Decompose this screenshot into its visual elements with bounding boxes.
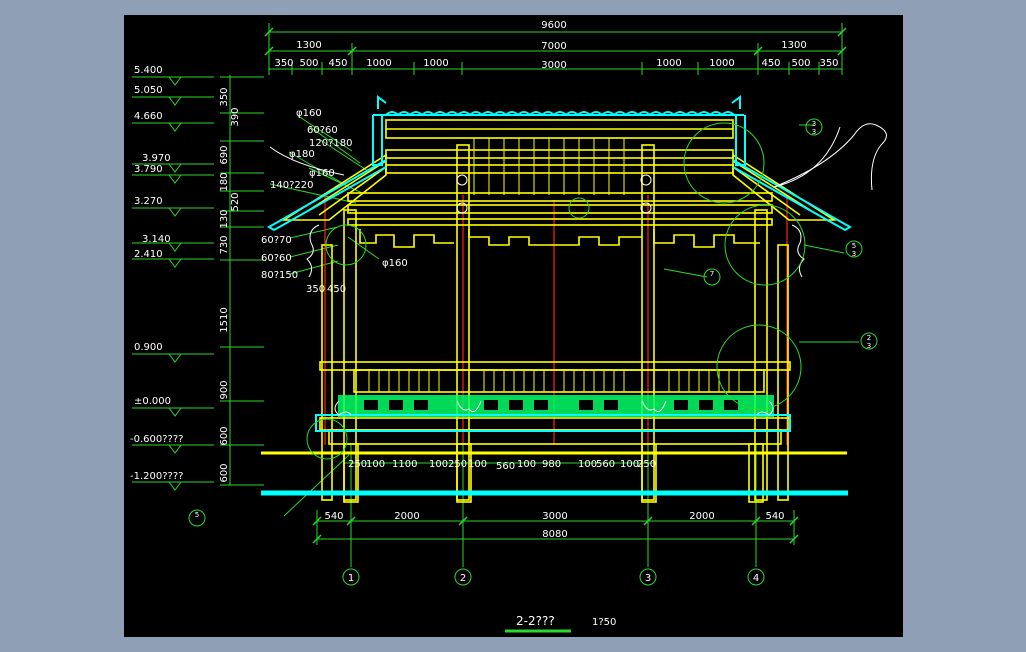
member-label-7: 60?70 bbox=[261, 235, 292, 246]
vdim-2: 390 bbox=[230, 107, 241, 126]
member-label-8: 60?60 bbox=[261, 253, 292, 264]
elevation-5: 3.790 bbox=[134, 164, 163, 175]
dim-row2-3: 450 bbox=[328, 58, 347, 69]
section-drawing: 9600 1300 7000 1300 350 500 450 1000 100… bbox=[130, 20, 887, 633]
found-dim-11: 560 bbox=[596, 459, 615, 470]
callout-4-sheet: 3 bbox=[867, 342, 871, 350]
vdim-6: 130 bbox=[219, 209, 230, 228]
callout-1-num: 3 bbox=[812, 120, 816, 128]
member-label-6: 140?220 bbox=[270, 180, 313, 191]
member-label-3: 120?180 bbox=[309, 138, 352, 149]
member-label-1: φ160 bbox=[296, 108, 322, 119]
dim-row2-6: 3000 bbox=[541, 60, 566, 71]
axis-label-2: 2 bbox=[460, 573, 466, 584]
dim-row2-11: 350 bbox=[819, 58, 838, 69]
callout-2-num: 5 bbox=[852, 242, 856, 250]
vdim-8: 1510 bbox=[219, 307, 230, 332]
vdim-9: 900 bbox=[219, 380, 230, 399]
found-dim-8: 100 bbox=[517, 459, 536, 470]
cad-viewport[interactable]: 9600 1300 7000 1300 350 500 450 1000 100… bbox=[124, 15, 903, 637]
vdim-4: 180 bbox=[219, 172, 230, 191]
vdim-5: 520 bbox=[230, 192, 241, 211]
vdim-7: 730 bbox=[219, 235, 230, 254]
drawing-scale: 1?50 bbox=[592, 617, 616, 628]
elevation-8: 2.410 bbox=[134, 249, 163, 260]
found-dim-7: 560 bbox=[496, 461, 515, 472]
member-label-2: 60?60 bbox=[307, 125, 338, 136]
found-dim-4: 100 bbox=[429, 459, 448, 470]
callout-3-num: 7 bbox=[710, 270, 714, 278]
dim-row2-5: 1000 bbox=[423, 58, 448, 69]
bottom-dim-2: 2000 bbox=[394, 511, 419, 522]
drawing-title: 2-2??? bbox=[516, 614, 555, 628]
vdim-11: 600 bbox=[219, 463, 230, 482]
dim-row2-4: 1000 bbox=[366, 58, 391, 69]
axis-label-4: 4 bbox=[753, 573, 759, 584]
dim-row2-10: 500 bbox=[791, 58, 810, 69]
elevation-9: 0.900 bbox=[134, 342, 163, 353]
elevation-7: 3.140 bbox=[142, 234, 171, 245]
dim-row2-8: 1000 bbox=[709, 58, 734, 69]
vdim-3: 690 bbox=[219, 145, 230, 164]
dim-top-2: 7000 bbox=[541, 41, 566, 52]
callout-5-num: 5 bbox=[195, 511, 199, 519]
callout-4-num: 2 bbox=[867, 334, 871, 342]
callout-2-sheet: 3 bbox=[852, 250, 856, 258]
bottom-dim-overall: 8080 bbox=[542, 529, 567, 540]
member-label-4: φ180 bbox=[289, 149, 315, 160]
found-dim-10: 100 bbox=[578, 459, 597, 470]
drawing-title-block: 2-2??? 1?50 bbox=[505, 614, 616, 633]
dim-top-3: 1300 bbox=[781, 40, 806, 51]
elevation-12: -1.200???? bbox=[130, 471, 183, 482]
found-dim-9: 980 bbox=[542, 459, 561, 470]
bottom-dim-4: 2000 bbox=[689, 511, 714, 522]
green-skirt bbox=[338, 395, 774, 417]
found-dim-3: 1100 bbox=[392, 459, 417, 470]
found-dim-5: 250 bbox=[448, 459, 467, 470]
callout-1-sheet: 3 bbox=[812, 128, 816, 136]
vdim-1: 350 bbox=[219, 87, 230, 106]
dim-row2-7: 1000 bbox=[656, 58, 681, 69]
elevation-3: 4.660 bbox=[134, 111, 163, 122]
elevation-10: ±0.000 bbox=[134, 396, 171, 407]
small-dim-2: 450 bbox=[327, 284, 346, 295]
member-label-10: φ160 bbox=[382, 258, 408, 269]
elevation-1: 5.400 bbox=[134, 65, 163, 76]
found-dim-2: 100 bbox=[366, 459, 385, 470]
vdim-10: 600 bbox=[219, 426, 230, 445]
axis-label-3: 3 bbox=[645, 573, 651, 584]
small-dim-1: 350 bbox=[306, 284, 325, 295]
dim-row2-2: 500 bbox=[299, 58, 318, 69]
found-dim-13: 250 bbox=[637, 459, 656, 470]
elevation-4: 3.970 bbox=[142, 153, 171, 164]
bottom-dim-1: 540 bbox=[324, 511, 343, 522]
bottom-dim-5: 540 bbox=[765, 511, 784, 522]
elevation-2: 5.050 bbox=[134, 85, 163, 96]
member-label-9: 80?150 bbox=[261, 270, 298, 281]
axis-bubbles bbox=[342, 568, 765, 586]
dim-row2-9: 450 bbox=[761, 58, 780, 69]
found-dim-1: 250 bbox=[348, 459, 367, 470]
member-label-5: φ160 bbox=[309, 168, 335, 179]
found-dim-6: 100 bbox=[468, 459, 487, 470]
elevation-6: 3.270 bbox=[134, 196, 163, 207]
dim-top-1: 1300 bbox=[296, 40, 321, 51]
bottom-dim-3: 3000 bbox=[542, 511, 567, 522]
elevation-11: -0.600???? bbox=[130, 434, 183, 445]
dim-row2-1: 350 bbox=[274, 58, 293, 69]
roof-tiles bbox=[261, 95, 852, 496]
dim-overall: 9600 bbox=[541, 20, 566, 31]
axis-label-1: 1 bbox=[348, 573, 354, 584]
